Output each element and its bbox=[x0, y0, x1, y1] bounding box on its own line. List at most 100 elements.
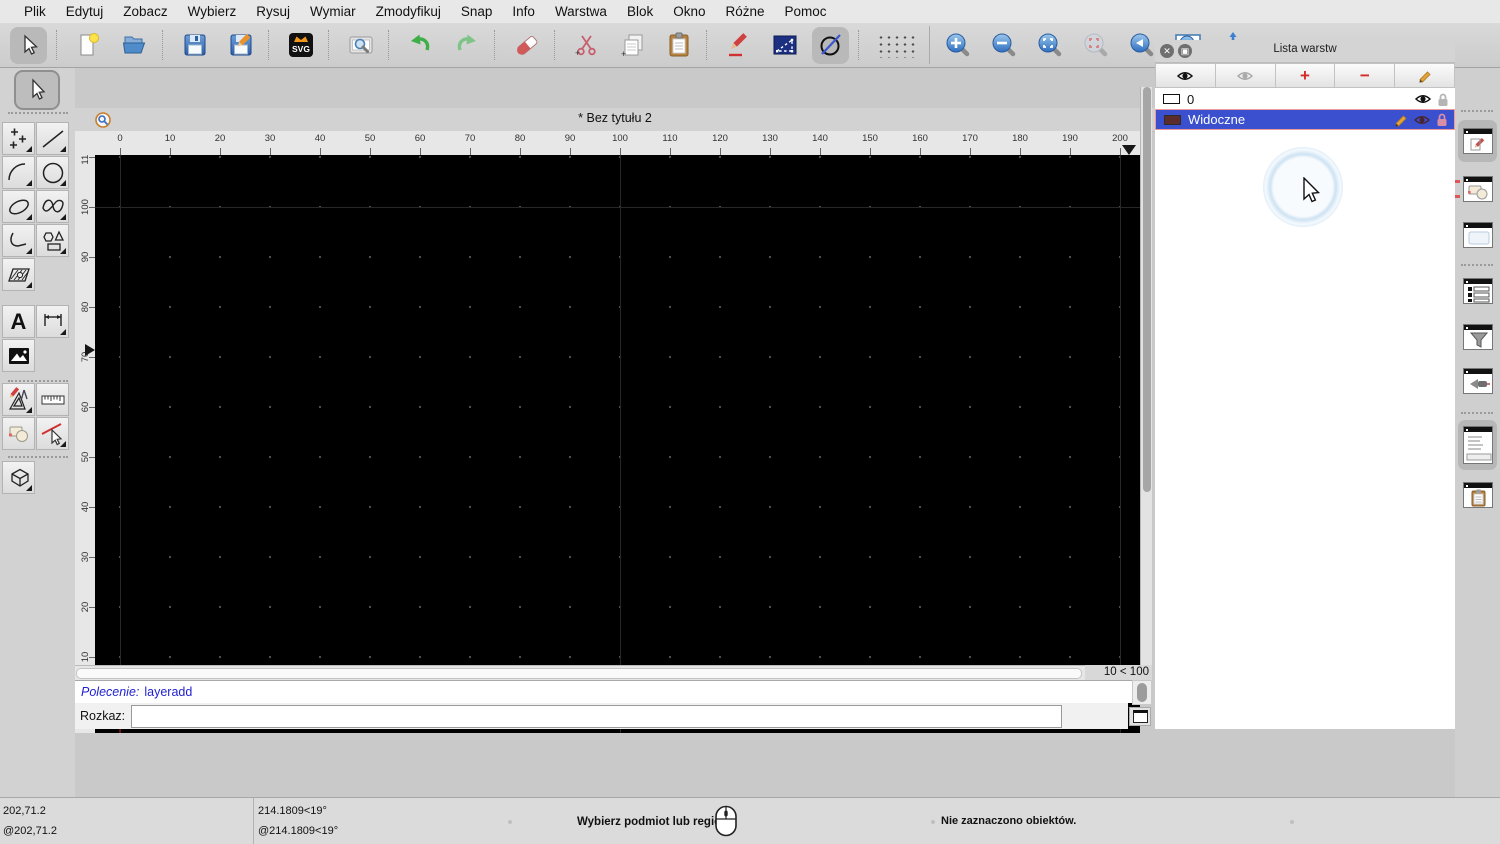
redo-button[interactable] bbox=[448, 27, 485, 64]
menu-item-warstwa[interactable]: Warstwa bbox=[545, 4, 617, 19]
command-detach-button[interactable] bbox=[1129, 707, 1151, 726]
layer-color-swatch[interactable] bbox=[1164, 114, 1181, 125]
delete-button[interactable] bbox=[508, 27, 545, 64]
menu-item-info[interactable]: Info bbox=[502, 4, 545, 19]
canvas-horizontal-scrollbar[interactable] bbox=[75, 665, 1085, 680]
relative-polar: @214.1809<19° bbox=[258, 825, 339, 837]
trim-tool-button[interactable] bbox=[36, 417, 69, 450]
circle-tool-button[interactable] bbox=[36, 156, 69, 189]
export-svg-button[interactable]: SVG bbox=[282, 27, 319, 64]
document-titlebar[interactable]: * Bez tytułu 2 bbox=[75, 108, 1155, 132]
menu-item-pomoc[interactable]: Pomoc bbox=[775, 4, 837, 19]
show-all-layers-button[interactable] bbox=[1155, 63, 1216, 88]
vertical-ruler: 0102030405060708090100110 bbox=[75, 155, 95, 733]
application-window: Plik Edytuj Zobacz Wybierz Rysuj Wymiar Zmodyf… bbox=[0, 0, 1500, 844]
lock-icon[interactable] bbox=[1435, 112, 1449, 127]
menu-item-wymiar[interactable]: Wymiar bbox=[300, 4, 366, 19]
menu-item-plik[interactable]: Plik bbox=[14, 4, 56, 19]
zoom-auto-button[interactable] bbox=[1031, 27, 1068, 64]
polygon-tool-button[interactable] bbox=[36, 224, 69, 257]
h-ruler-tick bbox=[520, 148, 521, 155]
cad-tools-button[interactable] bbox=[2, 383, 35, 416]
menu-item-r-ne[interactable]: Różne bbox=[716, 4, 775, 19]
menu-item-okno[interactable]: Okno bbox=[663, 4, 715, 19]
dock-filter-button[interactable] bbox=[1458, 316, 1497, 358]
dock-clipboard-button[interactable] bbox=[1458, 474, 1497, 516]
circle-line-button[interactable] bbox=[812, 26, 849, 64]
save-icon bbox=[184, 34, 205, 56]
h-ruler-label: 180 bbox=[1012, 133, 1028, 144]
eye-icon[interactable] bbox=[1413, 113, 1431, 127]
edit-layer-button[interactable] bbox=[1395, 63, 1455, 88]
line-attributes-button[interactable] bbox=[766, 27, 803, 64]
menu-item-zobacz[interactable]: Zobacz bbox=[113, 4, 177, 19]
drawing-canvas[interactable] bbox=[95, 155, 1140, 733]
paste-button[interactable] bbox=[660, 27, 697, 64]
undo-button[interactable] bbox=[402, 27, 439, 64]
copy-button[interactable]: + bbox=[614, 27, 651, 64]
status-dot bbox=[508, 820, 512, 824]
dock-blank-panel-button[interactable] bbox=[1458, 214, 1497, 256]
spline-tool-button[interactable] bbox=[36, 190, 69, 223]
polyline-tool-button[interactable] bbox=[2, 224, 35, 257]
zoom-out-button[interactable] bbox=[985, 27, 1022, 64]
h-ruler-tick bbox=[770, 148, 771, 155]
print-preview-button[interactable] bbox=[342, 27, 379, 64]
open-document-button[interactable] bbox=[116, 27, 153, 64]
command-history-scrollbar[interactable] bbox=[1132, 680, 1152, 705]
command-history[interactable]: Polecenie: layeradd bbox=[75, 680, 1132, 703]
cut-button[interactable]: + bbox=[568, 27, 605, 64]
save-button[interactable] bbox=[176, 27, 213, 64]
menu-item-wybierz[interactable]: Wybierz bbox=[178, 4, 247, 19]
dock-library-button[interactable] bbox=[1458, 360, 1497, 402]
dock-block-list-button[interactable] bbox=[1458, 270, 1497, 312]
h-ruler-label: 50 bbox=[364, 133, 376, 144]
select-tool-button[interactable] bbox=[10, 26, 47, 64]
palette-select-button[interactable] bbox=[14, 70, 60, 110]
zoom-in-button[interactable] bbox=[939, 27, 976, 64]
add-layer-button[interactable]: + bbox=[1275, 63, 1336, 88]
layer-color-swatch[interactable] bbox=[1163, 94, 1180, 104]
measure-tool-button[interactable] bbox=[36, 383, 69, 416]
h-ruler-label: 190 bbox=[1062, 133, 1078, 144]
eye-icon bbox=[1177, 71, 1194, 80]
arc-tool-button[interactable] bbox=[2, 156, 35, 189]
modify-tool-button[interactable] bbox=[2, 417, 35, 450]
layer-row-widoczne[interactable]: Widoczne bbox=[1155, 109, 1455, 130]
pencil-icon[interactable] bbox=[1393, 112, 1409, 128]
dock-modify-options-button[interactable] bbox=[1458, 168, 1497, 210]
zoom-redraw-button[interactable] bbox=[1077, 27, 1114, 64]
points-tool-button[interactable] bbox=[2, 122, 35, 155]
command-prompt-label: Rozkaz: bbox=[80, 709, 126, 723]
image-tool-button[interactable] bbox=[2, 339, 35, 372]
scrollbar-thumb[interactable] bbox=[1143, 87, 1151, 492]
menu-item-edytuj[interactable]: Edytuj bbox=[56, 4, 114, 19]
hatch-tool-button[interactable] bbox=[2, 258, 35, 291]
hide-all-layers-button[interactable] bbox=[1215, 63, 1276, 88]
solid-tool-button[interactable] bbox=[2, 461, 35, 494]
dock-command-widget-button[interactable] bbox=[1458, 420, 1497, 470]
dimension-tool-button[interactable] bbox=[36, 305, 69, 338]
scrollbar-thumb[interactable] bbox=[1137, 683, 1147, 702]
menu-item-zmodyfikuj[interactable]: Zmodyfikuj bbox=[366, 4, 451, 19]
h-ruler-label: 120 bbox=[712, 133, 728, 144]
text-tool-button[interactable]: A bbox=[2, 305, 35, 338]
ellipse-tool-button[interactable] bbox=[2, 190, 35, 223]
layer-row-0[interactable]: 0 bbox=[1155, 89, 1455, 109]
command-input[interactable] bbox=[131, 704, 1063, 728]
dock-pen-options-button[interactable] bbox=[1458, 120, 1497, 162]
menu-item-blok[interactable]: Blok bbox=[617, 4, 663, 19]
menu-item-snap[interactable]: Snap bbox=[451, 4, 503, 19]
minus-icon: − bbox=[1359, 66, 1370, 85]
remove-layer-button[interactable]: − bbox=[1335, 63, 1396, 88]
canvas-vertical-scrollbar[interactable] bbox=[1140, 87, 1152, 665]
pen-button[interactable] bbox=[720, 27, 757, 64]
scrollbar-thumb[interactable] bbox=[76, 668, 1082, 679]
line-tool-button[interactable] bbox=[36, 122, 69, 155]
lock-icon[interactable] bbox=[1436, 92, 1450, 107]
grid-toggle-button[interactable] bbox=[872, 27, 920, 64]
menu-item-rysuj[interactable]: Rysuj bbox=[246, 4, 300, 19]
new-document-button[interactable] bbox=[70, 27, 107, 64]
eye-icon[interactable] bbox=[1414, 92, 1432, 106]
save-as-button[interactable] bbox=[222, 27, 259, 64]
